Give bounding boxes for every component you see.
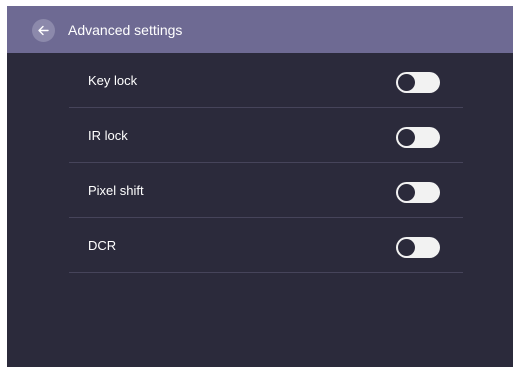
setting-label: Pixel shift	[88, 183, 144, 198]
toggle-knob	[398, 129, 415, 146]
header-bar: Advanced settings	[7, 6, 513, 53]
setting-label: Key lock	[88, 73, 138, 88]
settings-screen: Advanced settings Key lock IR lock Pixel…	[7, 6, 513, 367]
toggle-knob	[398, 239, 415, 256]
toggle-knob	[398, 74, 415, 91]
settings-list: Key lock IR lock Pixel shift DCR	[69, 53, 463, 273]
toggle-knob	[398, 184, 415, 201]
pixel-shift-toggle[interactable]	[396, 182, 440, 203]
setting-row-dcr[interactable]: DCR	[69, 218, 463, 273]
page-title: Advanced settings	[68, 22, 183, 38]
ir-lock-toggle[interactable]	[396, 127, 440, 148]
setting-row-pixel-shift[interactable]: Pixel shift	[69, 163, 463, 218]
setting-label: DCR	[88, 238, 117, 253]
setting-row-ir-lock[interactable]: IR lock	[69, 108, 463, 163]
dcr-toggle[interactable]	[396, 237, 440, 258]
setting-row-key-lock[interactable]: Key lock	[69, 53, 463, 108]
key-lock-toggle[interactable]	[396, 72, 440, 93]
arrow-left-icon	[38, 25, 49, 36]
setting-label: IR lock	[88, 128, 128, 143]
back-button[interactable]	[32, 19, 55, 42]
